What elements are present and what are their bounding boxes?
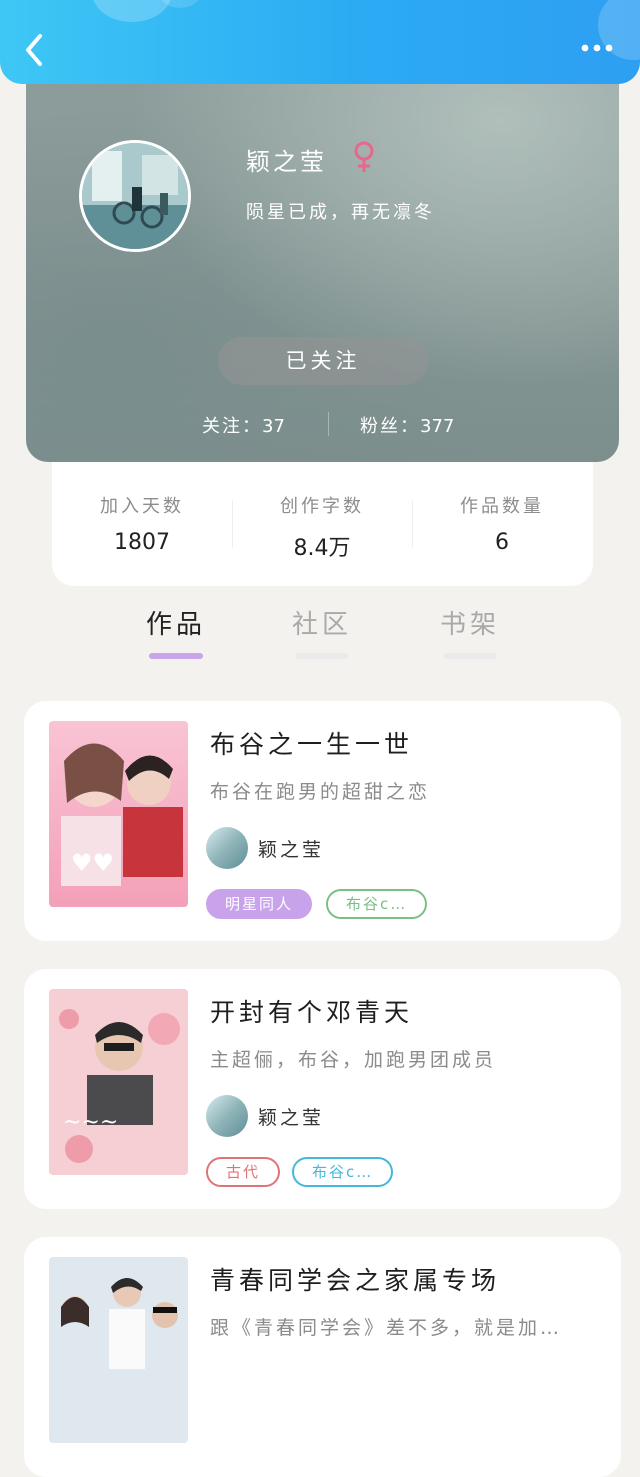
book-description: 跟《青春同学会》差不多，就是加… — [210, 1317, 563, 1339]
following-stat[interactable]: 关注：37 — [202, 412, 285, 438]
stat-label: 作品数量 — [460, 496, 544, 517]
stat-divider — [328, 412, 329, 436]
followers-label: 粉丝： — [360, 416, 420, 437]
following-count: 37 — [262, 416, 285, 437]
tab-label: 作品 — [145, 610, 206, 640]
avatar-image — [82, 143, 188, 249]
chevron-left-icon — [26, 34, 42, 66]
user-signature: 陨星已成，再无凛冬 — [246, 202, 435, 223]
book-card[interactable]: ♥♥ 布谷之一生一世 布谷在跑男的超甜之恋 颖之莹 明星同人 布谷c… — [24, 701, 621, 941]
following-button[interactable]: 已关注 — [218, 337, 428, 385]
tab-indicator — [149, 653, 203, 659]
book-tag[interactable]: 明星同人 — [206, 889, 313, 919]
profile-header-card: 颖之莹 陨星已成，再无凛冬 已关注 关注：37 粉丝：377 — [26, 60, 619, 462]
tab-label: 社区 — [291, 610, 352, 640]
stat-label: 创作字数 — [280, 496, 364, 517]
author-avatar — [206, 827, 248, 869]
user-avatar[interactable] — [79, 140, 191, 252]
book-tag[interactable]: 古代 — [206, 1157, 281, 1187]
book-title: 布谷之一生一世 — [210, 730, 414, 759]
book-title: 青春同学会之家属专场 — [210, 1266, 501, 1295]
tab-indicator — [295, 653, 349, 659]
book-description: 主超俪，布谷，加跑男团成员 — [210, 1049, 497, 1071]
more-horizontal-icon — [581, 44, 613, 52]
book-card[interactable]: 青春同学会之家属专场 跟《青春同学会》差不多，就是加… — [24, 1237, 621, 1477]
more-options-button[interactable] — [578, 36, 618, 60]
tab-works[interactable]: 作品 — [116, 604, 236, 659]
book-tag[interactable]: 布谷c… — [292, 1157, 394, 1187]
tab-bookshelf[interactable]: 书架 — [410, 604, 530, 659]
followers-count: 377 — [420, 416, 455, 437]
stat-word-count: 创作字数 8.4万 — [232, 492, 412, 562]
stat-value: 1807 — [114, 530, 170, 555]
svg-text:~~~: ~~~ — [63, 1110, 118, 1135]
svg-text:♥♥: ♥♥ — [71, 849, 114, 877]
stat-work-count: 作品数量 6 — [412, 492, 592, 555]
cover-image — [49, 1257, 188, 1443]
following-label: 关注： — [202, 416, 262, 437]
book-cover[interactable]: ~~~ — [49, 989, 188, 1175]
book-tag[interactable]: 布谷c… — [326, 889, 428, 919]
cover-image: ~~~ — [49, 989, 188, 1175]
author-name: 颖之莹 — [258, 839, 325, 861]
back-button[interactable] — [18, 30, 54, 70]
stat-value: 6 — [495, 530, 509, 555]
author-name: 颖之莹 — [258, 1107, 325, 1129]
tab-community[interactable]: 社区 — [262, 604, 382, 659]
decorative-bubble — [92, 0, 172, 22]
book-cover[interactable] — [49, 1257, 188, 1443]
tab-label: 书架 — [439, 610, 500, 640]
book-card[interactable]: ~~~ 开封有个邓青天 主超俪，布谷，加跑男团成员 颖之莹 古代 布谷c… — [24, 969, 621, 1209]
book-description: 布谷在跑男的超甜之恋 — [210, 781, 431, 803]
cover-image: ♥♥ — [49, 721, 188, 907]
stat-value: 8.4万 — [293, 536, 351, 561]
tab-indicator — [443, 653, 497, 659]
stat-label: 加入天数 — [100, 496, 184, 517]
stat-join-days: 加入天数 1807 — [52, 492, 232, 555]
author-avatar — [206, 1095, 248, 1137]
top-navigation-bar — [0, 0, 640, 84]
book-title: 开封有个邓青天 — [210, 998, 414, 1027]
female-gender-icon — [352, 140, 376, 174]
followers-stat[interactable]: 粉丝：377 — [360, 412, 454, 438]
book-cover[interactable]: ♥♥ — [49, 721, 188, 907]
user-name: 颖之莹 — [246, 148, 327, 176]
